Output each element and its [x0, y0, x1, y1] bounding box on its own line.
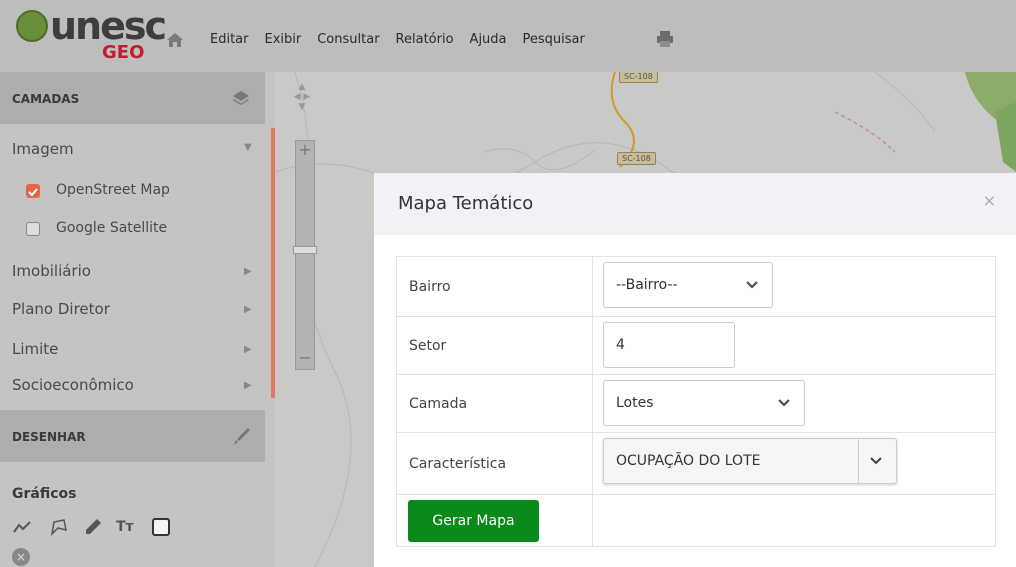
caracteristica-label: Característica	[396, 432, 593, 495]
road-label: SC-108	[619, 72, 658, 83]
modal-title: Mapa Temático	[398, 193, 534, 214]
setor-cell: 4	[592, 316, 996, 375]
pan-control[interactable]: ▲ ◀ ▶ ▼	[285, 82, 319, 132]
close-icon[interactable]: ×	[983, 191, 996, 210]
main-menu: Editar Exibir Consultar Relatório Ajuda …	[210, 32, 601, 47]
label-google-satellite[interactable]: Google Satellite	[56, 220, 167, 236]
globe-icon	[16, 10, 48, 42]
text-tool-icon[interactable]: Tт	[116, 516, 138, 538]
menu-exibir[interactable]: Exibir	[265, 32, 302, 47]
checkbox-google-satellite[interactable]	[26, 222, 40, 236]
empty-cell	[592, 494, 996, 547]
polyline-tool-icon[interactable]	[12, 516, 34, 538]
thematic-form: Bairro --Bairro-- Setor 4 Camada Lotes C…	[396, 256, 996, 547]
menu-pesquisar[interactable]: Pesquisar	[523, 32, 585, 47]
chevron-right-icon[interactable]: ▶	[244, 380, 252, 391]
chevron-down-icon	[870, 457, 882, 465]
menu-editar[interactable]: Editar	[210, 32, 249, 47]
layer-imagem[interactable]: Imagem	[12, 140, 74, 158]
chevron-down-icon	[746, 281, 758, 289]
row-camada: Camada Lotes	[396, 374, 996, 433]
sidebar: CAMADAS Imagem ▼ OpenStreet Map Google S…	[0, 72, 275, 567]
row-submit: Gerar Mapa	[396, 494, 996, 547]
pan-down-icon[interactable]: ▼	[285, 102, 319, 112]
row-setor: Setor 4	[396, 316, 996, 375]
layer-socioeconomico[interactable]: Socioeconômico	[12, 376, 134, 394]
menu-consultar[interactable]: Consultar	[317, 32, 379, 47]
chevron-right-icon[interactable]: ▶	[244, 266, 252, 277]
pencil-tool-icon[interactable]	[82, 516, 104, 538]
gerar-mapa-button[interactable]: Gerar Mapa	[408, 500, 539, 542]
caracteristica-select-value: OCUPAÇÃO DO LOTE	[616, 453, 761, 469]
modal-header: Mapa Temático ×	[374, 173, 1016, 235]
rectangle-tool-icon[interactable]	[150, 516, 172, 538]
setor-input[interactable]: 4	[603, 322, 735, 368]
layer-imobiliario[interactable]: Imobiliário	[12, 262, 91, 280]
bairro-select[interactable]: --Bairro--	[603, 262, 773, 308]
clear-drawing-icon[interactable]: ×	[12, 548, 30, 566]
zoom-in-button[interactable]: +	[295, 140, 315, 162]
zoom-bar[interactable]	[295, 140, 315, 370]
check-icon	[28, 188, 38, 197]
chevron-right-icon[interactable]: ▶	[244, 304, 252, 315]
bairro-cell: --Bairro--	[592, 256, 996, 317]
desenhar-title: DESENHAR	[12, 430, 86, 444]
logo-geo: GEO	[102, 42, 145, 63]
bairro-select-value: --Bairro--	[616, 277, 678, 293]
layer-plano-diretor[interactable]: Plano Diretor	[12, 300, 110, 318]
label-openstreet-map[interactable]: OpenStreet Map	[56, 182, 170, 198]
caracteristica-select[interactable]: OCUPAÇÃO DO LOTE	[603, 438, 897, 484]
camada-cell: Lotes	[592, 374, 996, 433]
layers-icon	[233, 91, 249, 105]
polygon-tool-icon[interactable]	[48, 516, 70, 538]
top-bar: unesc GEO Editar Exibir Consultar Relató…	[0, 0, 1016, 72]
print-icon[interactable]	[656, 30, 674, 48]
brush-icon	[234, 428, 250, 445]
row-bairro: Bairro --Bairro--	[396, 256, 996, 317]
menu-ajuda[interactable]: Ajuda	[470, 32, 507, 47]
mapa-tematico-modal: Mapa Temático × Bairro --Bairro-- Setor …	[374, 173, 1016, 567]
camada-select[interactable]: Lotes	[603, 380, 805, 426]
camadas-header[interactable]: CAMADAS	[0, 72, 265, 124]
graficos-title: Gráficos	[12, 486, 77, 502]
row-caracteristica: Característica OCUPAÇÃO DO LOTE	[396, 432, 996, 495]
chevron-down-icon	[778, 399, 790, 407]
zoom-out-button[interactable]: −	[295, 348, 315, 370]
menu-relatorio[interactable]: Relatório	[396, 32, 454, 47]
pan-left-right-icon[interactable]: ◀ ▶	[285, 92, 319, 102]
checkbox-openstreet-map[interactable]	[26, 184, 40, 198]
camada-select-value: Lotes	[616, 395, 654, 411]
pan-up-icon[interactable]: ▲	[285, 82, 319, 92]
home-icon[interactable]	[166, 32, 184, 48]
layer-limite[interactable]: Limite	[12, 340, 58, 358]
submit-cell: Gerar Mapa	[396, 494, 593, 547]
setor-input-value: 4	[616, 337, 625, 353]
chevron-right-icon[interactable]: ▶	[244, 344, 252, 355]
zoom-slider-handle[interactable]	[293, 246, 317, 254]
road-label: SC-108	[617, 152, 656, 165]
chevron-down-icon[interactable]: ▼	[244, 142, 252, 153]
camada-label: Camada	[396, 374, 593, 433]
bairro-label: Bairro	[396, 256, 593, 317]
camadas-title: CAMADAS	[12, 92, 80, 106]
caracteristica-cell: OCUPAÇÃO DO LOTE	[592, 432, 996, 495]
desenhar-header[interactable]: DESENHAR	[0, 410, 265, 462]
setor-label: Setor	[396, 316, 593, 375]
unesc-geo-logo[interactable]: unesc GEO	[10, 4, 167, 64]
